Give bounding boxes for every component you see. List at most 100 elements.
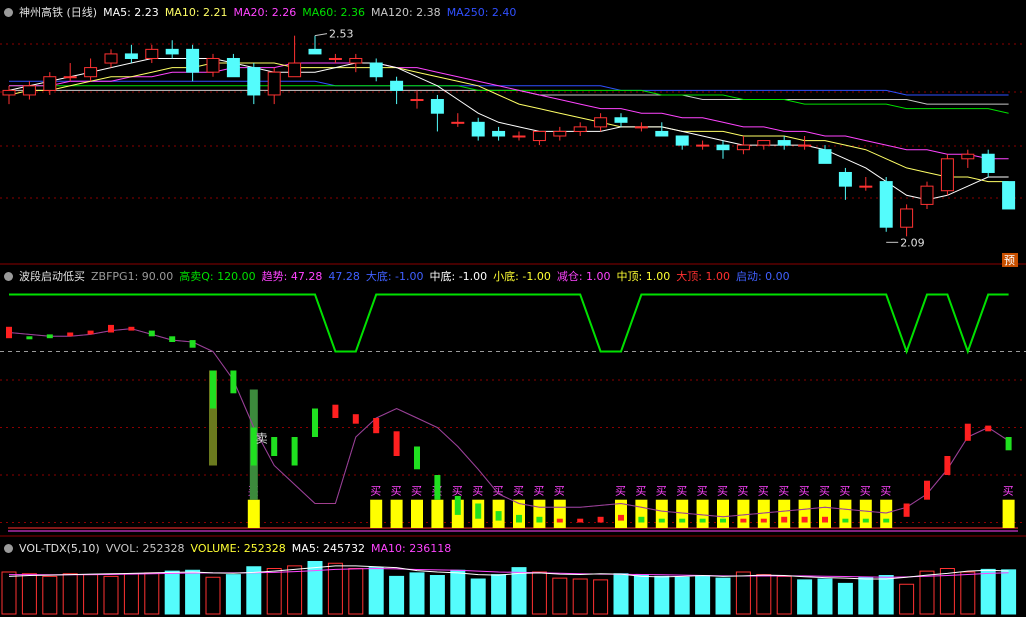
trend-bar	[495, 511, 502, 521]
candle-body	[206, 57, 220, 73]
buy-label: 买	[697, 485, 708, 498]
buy-label: 买	[513, 485, 524, 498]
volume-bar	[878, 575, 894, 615]
buy-label: 买	[411, 485, 422, 498]
buy-label: 买	[860, 485, 871, 498]
candle-body	[634, 126, 648, 129]
volume-bar	[1001, 569, 1017, 615]
trend-bar	[332, 404, 339, 418]
candle-body	[104, 53, 118, 64]
candle-body	[492, 130, 506, 137]
volume-bar	[797, 579, 813, 615]
candle-body	[553, 130, 567, 137]
candle-body	[696, 144, 710, 147]
volume-bar	[593, 579, 609, 615]
candle-body	[818, 149, 832, 164]
trend-bar	[6, 326, 12, 339]
trend-line-red	[8, 328, 1009, 518]
candle-body	[451, 121, 465, 124]
trend-bar	[454, 495, 461, 515]
buy-signal-bar	[370, 499, 383, 528]
trend-bar	[822, 516, 828, 523]
volume-bar	[123, 573, 139, 615]
forecast-badge-text: 预	[1004, 254, 1015, 267]
candle-body	[43, 76, 57, 91]
volume-bar	[42, 575, 58, 615]
volume-bar	[21, 573, 37, 615]
candle-body	[430, 99, 444, 114]
trend-bar	[26, 336, 33, 340]
buy-label: 买	[839, 485, 850, 498]
candle-body	[349, 57, 363, 64]
buy-label: 买	[819, 485, 830, 498]
trend-bar	[1005, 437, 1012, 451]
trend-bar	[944, 456, 951, 475]
buy-signal-bar	[1002, 499, 1015, 528]
candle-body	[940, 158, 954, 192]
trend-bar	[964, 423, 971, 441]
volume-bar	[654, 575, 670, 615]
candle-body	[471, 121, 485, 137]
candle-body	[369, 62, 383, 78]
candle-body	[614, 117, 628, 123]
high-sell-line	[9, 293, 1009, 355]
buy-signal-bar	[737, 499, 750, 528]
trend-bar	[148, 330, 155, 337]
volume-bar	[246, 566, 262, 615]
trend-bar	[801, 516, 808, 523]
volume-bar	[735, 571, 751, 615]
volume-bar	[429, 575, 445, 615]
main-ma5-line	[8, 58, 1009, 201]
buy-signal-bar	[778, 499, 791, 528]
volume-bar	[225, 574, 241, 615]
buy-label: 买	[533, 485, 544, 498]
trend-bar	[679, 518, 686, 523]
buy-signal-bar	[431, 499, 444, 528]
buy-label: 买	[391, 485, 402, 498]
trend-bar	[373, 418, 380, 434]
buy-label: 买	[452, 485, 463, 498]
buy-signal-bar	[553, 499, 566, 528]
trend-bar	[577, 518, 584, 523]
candle-body	[390, 80, 404, 91]
candle-body	[84, 67, 98, 78]
candle-body	[288, 62, 302, 78]
candle-body	[186, 48, 200, 73]
volume-bar	[1, 571, 17, 615]
trend-bar	[434, 475, 441, 500]
candle-body	[573, 126, 587, 132]
buy-signal-bar	[390, 499, 403, 528]
buy-label: 买	[615, 485, 626, 498]
volume-bar	[613, 573, 629, 615]
volume-bar	[103, 575, 119, 615]
buy-signal-bar	[635, 499, 648, 528]
buy-signal-bar	[798, 499, 811, 528]
candle-body	[124, 53, 138, 59]
volume-bar	[817, 578, 833, 615]
main-ma10-line	[8, 62, 1009, 183]
buy-label: 买	[758, 485, 769, 498]
candle-body	[879, 181, 893, 228]
main-ma20-line	[9, 62, 1009, 160]
volume-bar	[348, 568, 364, 615]
volume-bar	[572, 578, 588, 615]
candle-body	[777, 140, 791, 146]
trend-bar	[740, 518, 747, 523]
trend-bar	[985, 425, 992, 432]
trend-bar	[352, 414, 359, 424]
volume-bar	[470, 578, 486, 615]
volume-bar	[368, 567, 384, 615]
candle-body	[961, 153, 975, 160]
trend-line-blue	[8, 328, 1009, 518]
buy-signal-bar	[819, 499, 831, 528]
volume-bar	[83, 574, 99, 615]
trend-bar	[516, 514, 522, 523]
volume-bar	[695, 575, 711, 615]
buy-label: 买	[472, 485, 483, 498]
buy-label: 买	[880, 485, 891, 498]
volume-bar	[287, 565, 303, 615]
buy-label: 买	[676, 485, 687, 498]
buy-signal-bar	[411, 499, 423, 528]
trend-bar	[210, 370, 216, 409]
buy-label: 买	[635, 485, 646, 498]
